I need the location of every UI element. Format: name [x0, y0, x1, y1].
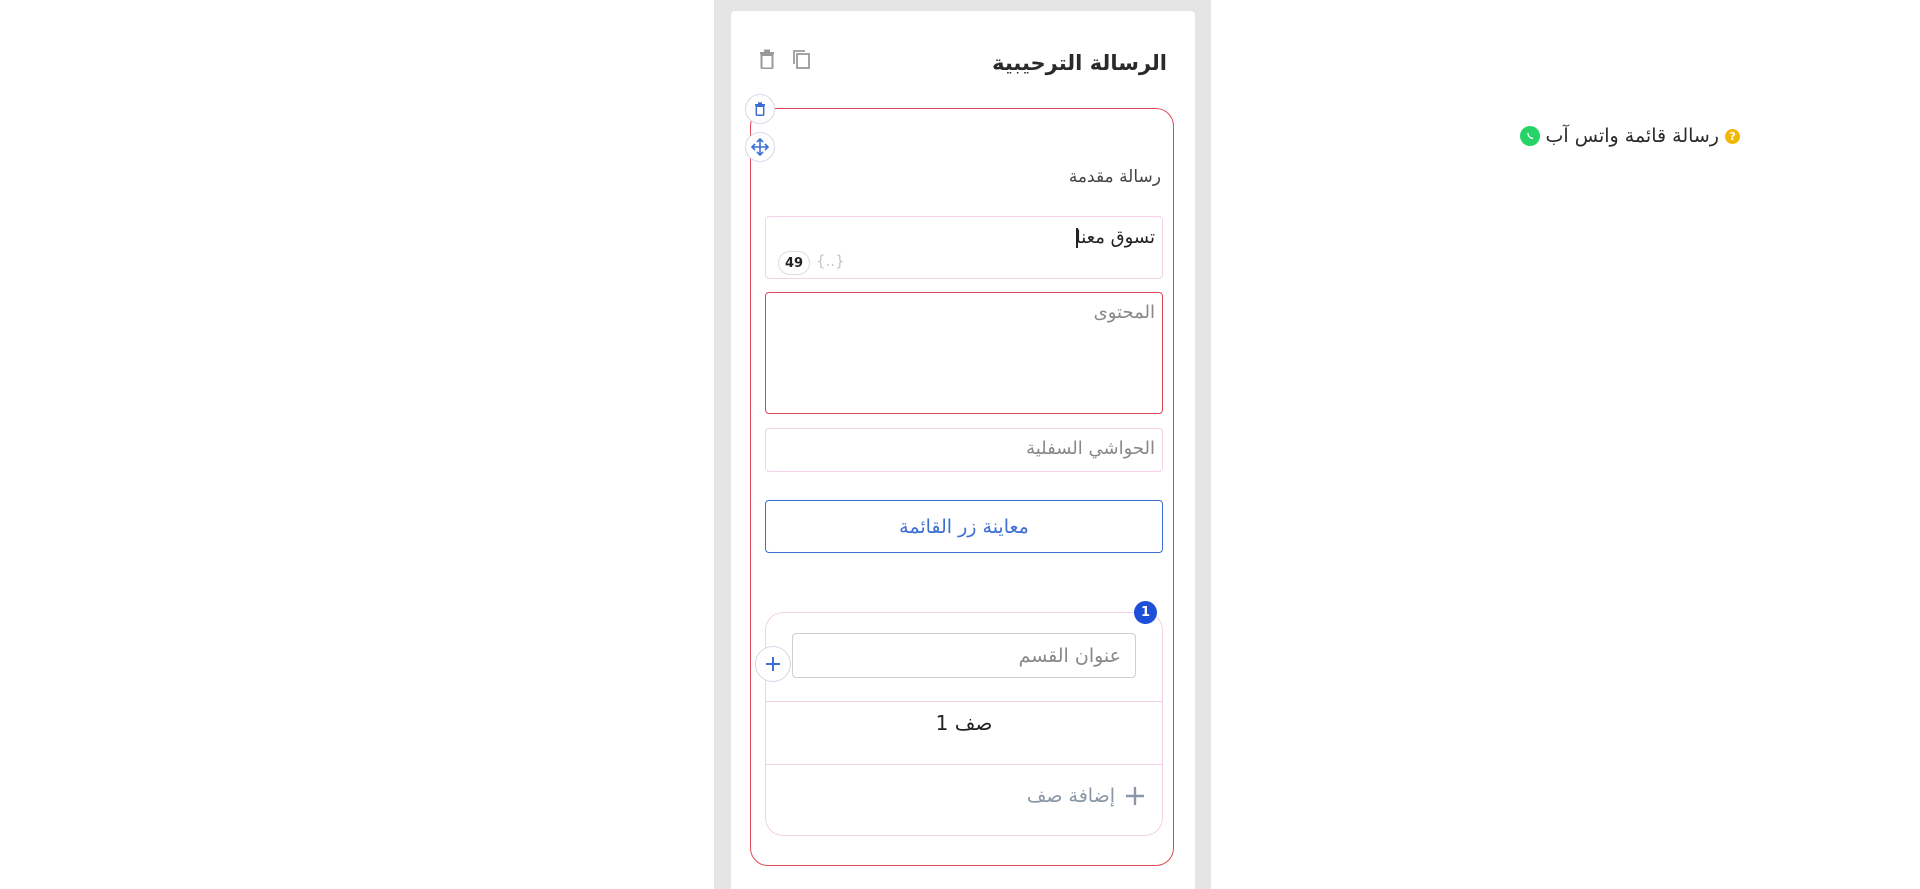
- card-tools: [755, 47, 813, 71]
- whatsapp-icon: [1519, 126, 1540, 146]
- plus-icon: [1126, 787, 1144, 805]
- add-section-button[interactable]: [755, 646, 791, 682]
- section-divider: [766, 764, 1162, 765]
- delete-block-button[interactable]: [745, 94, 775, 124]
- trash-icon: [760, 49, 774, 69]
- section-divider: [766, 701, 1162, 702]
- list-row[interactable]: صف 1: [766, 711, 1162, 735]
- content-textarea[interactable]: المحتوى: [765, 292, 1163, 414]
- section-number-badge: 1: [1134, 601, 1157, 624]
- add-row-label: إضافة صف: [1026, 785, 1115, 807]
- content-placeholder: المحتوى: [1093, 302, 1155, 323]
- section-title-input[interactable]: عنوان القسم: [792, 633, 1136, 678]
- header-field-label: رسالة مقدمة: [1068, 167, 1161, 187]
- footer-placeholder: الحواشي السفلية: [1026, 438, 1155, 459]
- character-counter: 49: [778, 251, 811, 275]
- header-text-field[interactable]: تسوق معنا {..} 49: [765, 216, 1163, 279]
- card-title: الرسالة الترحيبية: [992, 51, 1167, 75]
- copy-icon: [793, 50, 810, 69]
- help-icon[interactable]: ?: [1725, 128, 1740, 144]
- preview-list-button[interactable]: معاينة زر القائمة: [765, 500, 1163, 553]
- section-title-placeholder: عنوان القسم: [1018, 644, 1121, 667]
- footer-input[interactable]: الحواشي السفلية: [765, 428, 1163, 472]
- move-block-handle[interactable]: [745, 132, 775, 162]
- add-row-button[interactable]: إضافة صف: [1027, 785, 1145, 807]
- duplicate-card-button[interactable]: [789, 47, 813, 71]
- insert-variable-button[interactable]: {..}: [816, 252, 845, 270]
- header-text-value: تسوق معنا: [1075, 227, 1155, 248]
- plus-icon: [766, 657, 780, 671]
- block-title: رسالة قائمة واتس آب: [1545, 125, 1719, 147]
- block-header: ? رسالة قائمة واتس آب: [1519, 125, 1740, 147]
- delete-card-button[interactable]: [755, 47, 779, 71]
- trash-icon: [755, 102, 765, 116]
- move-icon: [751, 138, 769, 156]
